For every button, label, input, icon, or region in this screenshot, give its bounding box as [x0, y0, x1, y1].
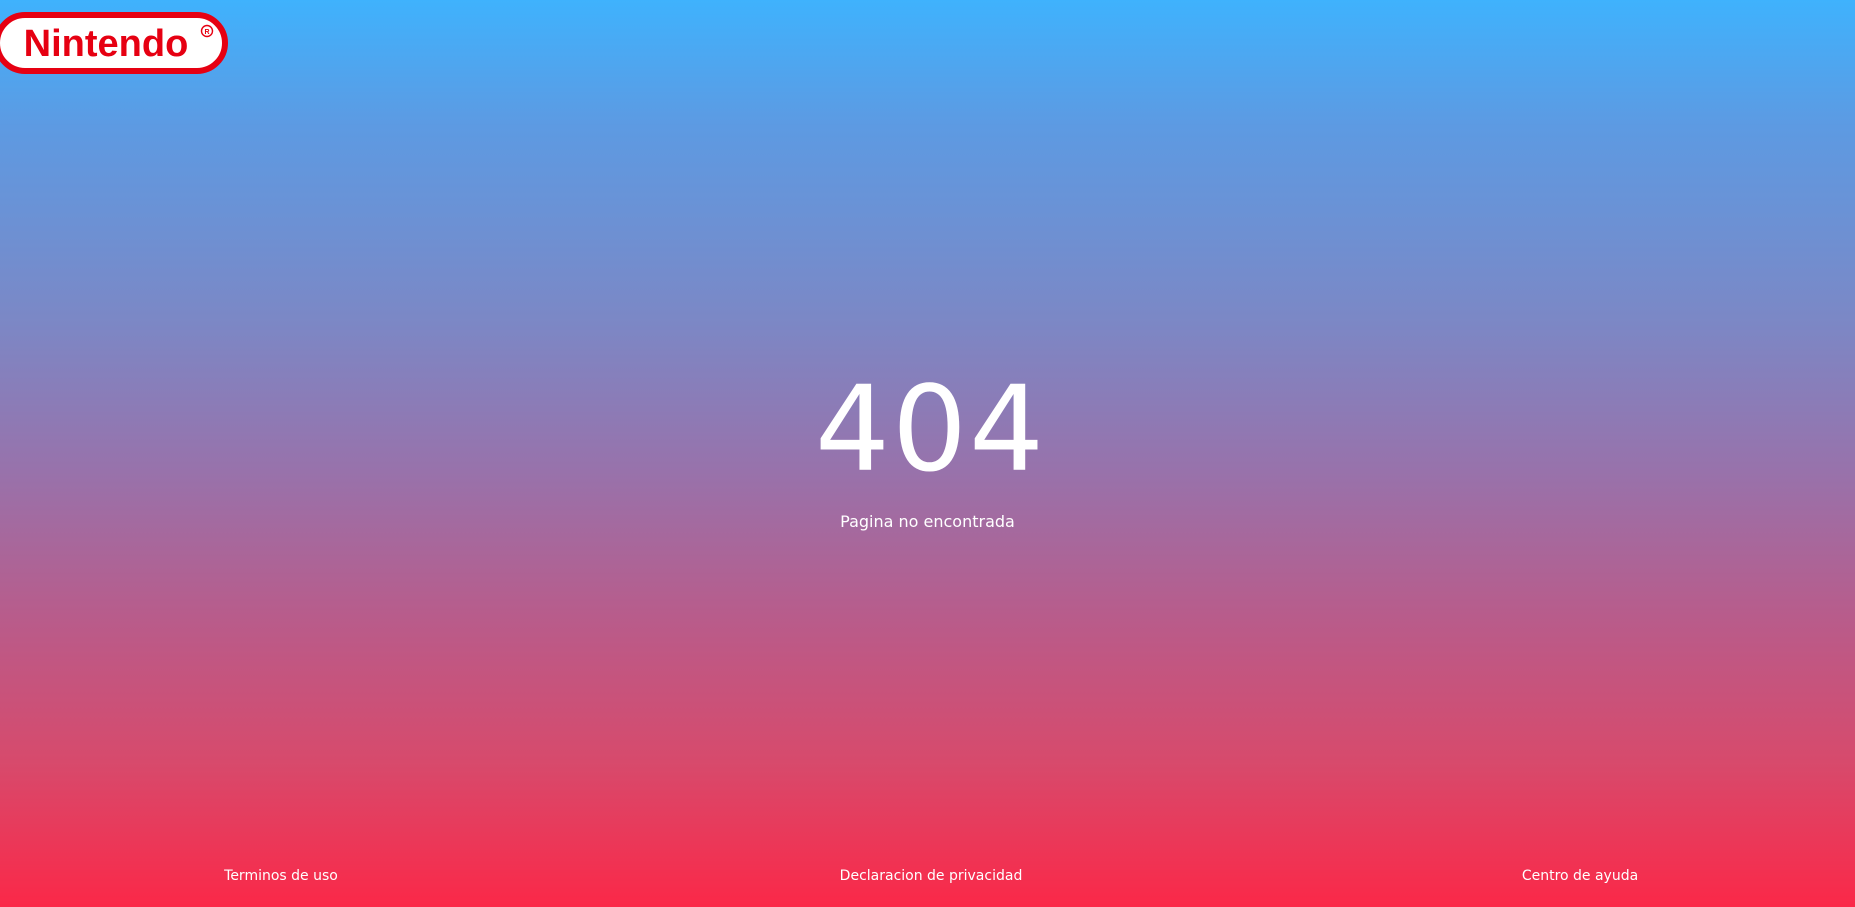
logo-wordmark: Nintendo [24, 23, 189, 65]
footer-link-privacy[interactable]: Declaracion de privacidad [840, 866, 1023, 886]
nintendo-logo[interactable]: Nintendo R [0, 12, 228, 74]
error-code: 404 [814, 360, 1047, 498]
footer: Terminos de uso Declaracion de privacida… [0, 866, 1855, 886]
footer-link-help[interactable]: Centro de ayuda [1522, 866, 1638, 886]
error-message: Pagina no encontrada [840, 512, 1015, 531]
error-container: 404 Pagina no encontrada [0, 370, 1855, 532]
nintendo-logo-icon: Nintendo R [0, 12, 228, 74]
footer-link-terms[interactable]: Terminos de uso [224, 866, 338, 886]
svg-text:R: R [204, 29, 209, 36]
page: Nintendo R 404 Pagina no encontrada Term… [0, 0, 1855, 907]
